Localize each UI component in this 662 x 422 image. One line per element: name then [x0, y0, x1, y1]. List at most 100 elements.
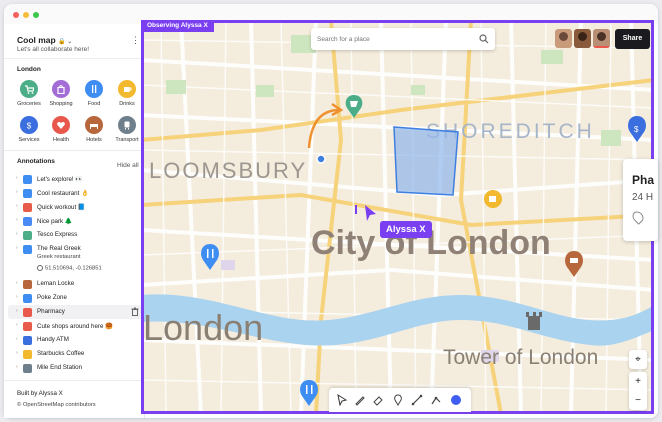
collaborator-cursor-label: Alyssa X [380, 221, 432, 238]
collaborator-avatar[interactable] [593, 29, 610, 48]
annotation-item[interactable]: › Let's explore! 👀 [8, 172, 142, 186]
chevron-right-icon[interactable]: › [16, 217, 18, 223]
search-icon[interactable] [479, 34, 489, 44]
category-shopping[interactable]: Shopping [44, 80, 78, 107]
divider [4, 150, 145, 151]
chevron-right-icon[interactable]: › [16, 294, 18, 300]
line-icon[interactable] [411, 394, 423, 406]
locate-control[interactable]: ⌖ [629, 350, 647, 369]
chevron-right-icon[interactable]: › [16, 189, 18, 195]
chevron-right-icon[interactable]: › [16, 336, 18, 342]
category-drinks[interactable]: Drinks [110, 80, 144, 107]
chevron-right-icon[interactable]: › [16, 231, 18, 237]
chevron-right-icon[interactable]: › [16, 280, 18, 286]
category-groceries[interactable]: Groceries [12, 80, 46, 107]
bed-icon [85, 116, 103, 134]
observing-badge: Observing Alyssa X [141, 20, 214, 32]
annotation-item[interactable]: › Starbucks Coffee [8, 347, 142, 361]
annotation-item[interactable]: › Tesco Express [8, 228, 142, 242]
pin-icon [23, 188, 32, 198]
map-tiles: LOOMSBURY SHOREDITCH City of London Lond… [141, 20, 654, 414]
chevron-right-icon[interactable]: › [16, 245, 18, 251]
annotation-label: Pharmacy [37, 308, 65, 315]
pin-icon [23, 321, 32, 331]
pencil-icon[interactable] [354, 394, 366, 406]
chevron-right-icon[interactable]: › [16, 308, 18, 314]
train-icon [118, 116, 136, 134]
search-bar[interactable] [311, 28, 495, 50]
annotation-item[interactable]: › Cute shops around here 🥮 [8, 319, 142, 333]
annotation-item[interactable]: › Poke Zone [8, 291, 142, 305]
arrow-icon [23, 202, 32, 212]
category-label: Hotels [86, 137, 102, 143]
annotation-item[interactable]: › Cool restaurant 👌 [8, 186, 142, 200]
category-label: Drinks [119, 101, 135, 107]
hide-all-button[interactable]: Hide all [117, 162, 139, 169]
maximize-window-button[interactable] [33, 12, 39, 18]
annotation-item[interactable]: › Leman Locke [8, 277, 142, 291]
more-menu-icon[interactable]: ⋮ [131, 35, 140, 46]
pin-icon [23, 307, 32, 317]
eraser-icon[interactable] [372, 394, 384, 406]
annotation-label: Quick workout 📘 [37, 204, 86, 211]
route-icon[interactable] [430, 394, 442, 406]
chevron-right-icon[interactable]: › [16, 350, 18, 356]
map-title[interactable]: Cool map 🔒 ⌄ [17, 35, 72, 45]
osm-attribution[interactable]: © OpenStreetMap contributors [17, 402, 96, 408]
locate-icon[interactable]: ⌖ [629, 350, 647, 369]
search-input[interactable] [317, 33, 467, 45]
built-by-text[interactable]: Built by Alyssa X [17, 390, 63, 397]
annotation-label: Let's explore! 👀 [37, 176, 84, 183]
close-window-button[interactable] [13, 12, 19, 18]
zoom-in-button[interactable]: + [629, 372, 647, 391]
share-button[interactable]: Share [615, 29, 650, 49]
divider [4, 58, 145, 59]
annotation-label: The Real Greek [37, 245, 81, 252]
chevron-right-icon[interactable]: › [16, 322, 18, 328]
place-card-hours: 24 H [632, 192, 654, 203]
location-icon [630, 209, 646, 225]
annotation-item[interactable]: › Quick workout 📘 [8, 200, 142, 214]
collaborator-avatar[interactable] [574, 29, 591, 48]
tower-landmark-icon [526, 312, 542, 330]
select-cursor-icon[interactable] [336, 394, 348, 406]
pin-icon [23, 349, 32, 359]
category-transport[interactable]: Transport [110, 116, 144, 143]
annotation-label: Leman Locke [37, 280, 75, 287]
sidebar: Cool map 🔒 ⌄ Let's all collaborate here!… [4, 24, 145, 418]
zoom-out-button[interactable]: − [629, 391, 647, 410]
map-label-tower-of-london: Tower of London [443, 346, 598, 369]
svg-text:$: $ [634, 125, 639, 134]
map-label-bloomsbury: LOOMSBURY [149, 158, 307, 183]
chevron-right-icon[interactable]: › [16, 175, 18, 181]
fork-knife-icon [85, 80, 103, 98]
color-picker-button[interactable] [451, 395, 461, 405]
chevron-right-icon[interactable]: › [16, 364, 18, 370]
category-food[interactable]: Food [77, 80, 111, 107]
category-health[interactable]: Health [44, 116, 78, 143]
category-hotels[interactable]: Hotels [77, 116, 111, 143]
annotation-item[interactable]: › Handy ATM [8, 333, 142, 347]
category-section-title: London [17, 66, 41, 73]
route-icon [23, 216, 32, 226]
trash-icon[interactable] [131, 307, 139, 316]
annotation-item[interactable]: › Mile End Station [8, 361, 142, 375]
place-card-title: Pha [632, 173, 655, 187]
marker-pin-icon[interactable] [392, 394, 404, 406]
pin-icon [23, 363, 32, 373]
minimize-window-button[interactable] [23, 12, 29, 18]
map-subtitle[interactable]: Let's all collaborate here! [17, 46, 89, 53]
map-canvas[interactable]: LOOMSBURY SHOREDITCH City of London Lond… [141, 20, 654, 414]
divider [4, 380, 145, 381]
annotation-label: Mile End Station [37, 364, 83, 371]
annotation-subtitle: Greek restaurant [37, 254, 81, 260]
park-area-annotation [393, 126, 459, 196]
category-services[interactable]: $ Services [12, 116, 46, 143]
pin-icon [23, 230, 32, 240]
annotation-item[interactable]: › Nice park 🌲 [8, 214, 142, 228]
place-info-card[interactable]: Pha 24 H [623, 159, 658, 241]
chevron-right-icon[interactable]: › [16, 203, 18, 209]
annotation-item[interactable]: › Pharmacy [8, 305, 142, 319]
annotation-label: Cute shops around here 🥮 [37, 323, 113, 330]
collaborator-avatar[interactable] [555, 29, 572, 48]
